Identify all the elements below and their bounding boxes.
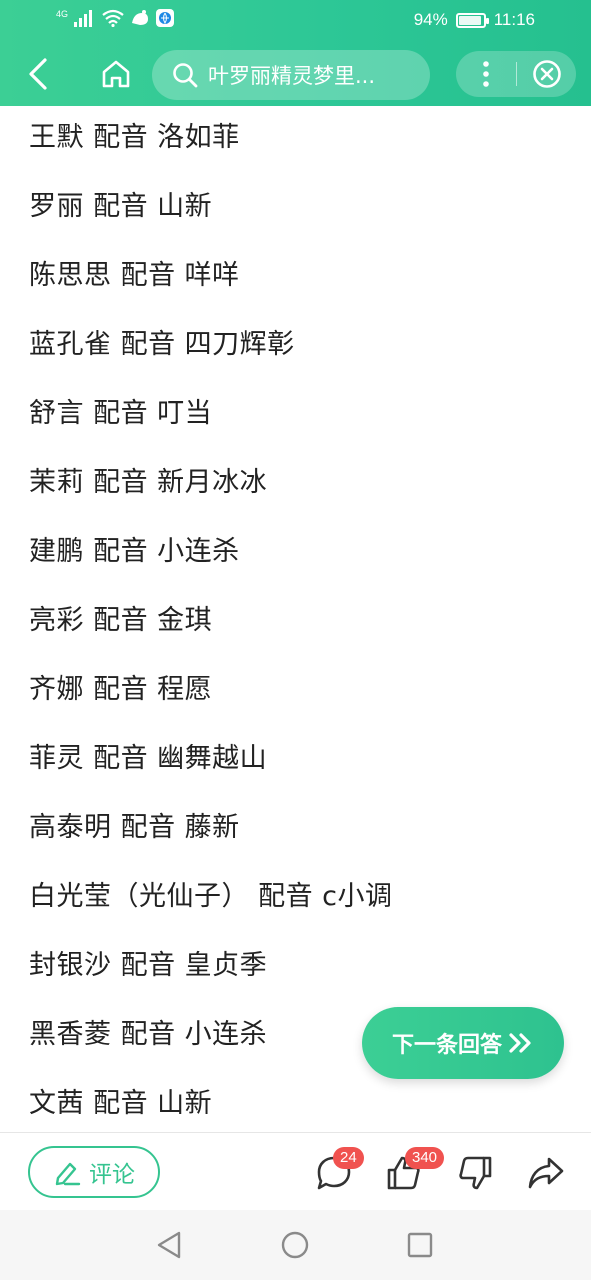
more-button[interactable] [456,51,516,97]
status-left: 4G [56,9,175,31]
answer-line: 黑香菱 配音 小连杀 [29,1019,268,1050]
triangle-back-icon [157,1231,181,1259]
battery-fill [458,15,482,25]
comment-count-badge: 24 [333,1147,364,1169]
home-icon [102,60,130,88]
double-chevron-right-icon [509,1033,531,1053]
network-type-label: 4G [56,9,69,19]
nav-home-button[interactable] [278,1228,312,1262]
header: 4G 94% 11:16 叶罗丽精灵梦里... [0,0,591,106]
back-button[interactable] [18,54,58,94]
answer-line: 舒言 配音 叮当 [29,398,213,429]
browser-notification-icon [156,9,175,31]
next-answer-label: 下一条回答 [391,1033,502,1058]
share-button[interactable] [526,1153,566,1193]
thumbs-down-icon [459,1156,492,1190]
close-button[interactable] [517,51,576,97]
answer-line: 齐娜 配音 程愿 [29,674,213,705]
bottom-action-bar: 评论 24 340 [0,1132,591,1210]
comment-label: 评论 [89,1162,135,1188]
top-bar: 叶罗丽精灵梦里... [0,44,591,106]
clock: 11:16 [493,10,535,29]
square-recents-icon [407,1232,433,1258]
answer-line: 菲灵 配音 幽舞越山 [29,743,268,774]
nav-back-button[interactable] [152,1228,186,1262]
answer-line: 文茜 配音 山新 [29,1088,213,1119]
answer-line: 封银沙 配音 皇贞季 [29,950,268,981]
battery-icon [455,12,489,28]
back-icon [29,58,47,90]
answer-line: 罗丽 配音 山新 [29,191,213,222]
answer-content: 王默 配音 洛如菲 罗丽 配音 山新 陈思思 配音 咩咩 蓝孔雀 配音 四刀辉彰… [0,106,591,1134]
status-bar: 4G 94% 11:16 [0,0,591,44]
comment-button[interactable]: 评论 [28,1146,160,1198]
search-text: 叶罗丽精灵梦里... [208,64,376,88]
answer-line: 白光莹（光仙子） 配音 c小调 [29,881,393,912]
home-button[interactable] [96,54,136,94]
answer-line: 蓝孔雀 配音 四刀辉彰 [29,329,295,360]
answer-line: 亮彩 配音 金琪 [29,605,213,636]
search-icon [173,63,198,88]
next-answer-button[interactable]: 下一条回答 [362,1007,564,1079]
system-nav-bar [0,1210,591,1280]
wifi-icon [102,9,124,31]
answer-line: 王默 配音 洛如菲 [29,122,240,153]
battery-percent: 94% [413,10,448,29]
mini-program-capsule [456,51,576,97]
share-icon [528,1157,564,1189]
dislike-button[interactable] [455,1153,495,1193]
circle-home-icon [281,1231,309,1259]
status-right: 94% 11:16 [414,10,535,30]
close-icon [532,60,561,88]
nav-recents-button[interactable] [403,1228,437,1262]
answer-line: 茉莉 配音 新月冰冰 [29,467,268,498]
pen-icon [55,1162,81,1186]
answer-line: 建鹏 配音 小连杀 [29,536,240,567]
answer-line: 高泰明 配音 藤新 [29,812,240,843]
signal-icon [74,9,96,31]
search-bar[interactable]: 叶罗丽精灵梦里... [152,50,430,100]
answer-line: 陈思思 配音 咩咩 [29,260,240,291]
app-notification-icon [130,9,150,31]
like-count-badge: 340 [405,1147,445,1169]
more-icon [483,61,489,87]
